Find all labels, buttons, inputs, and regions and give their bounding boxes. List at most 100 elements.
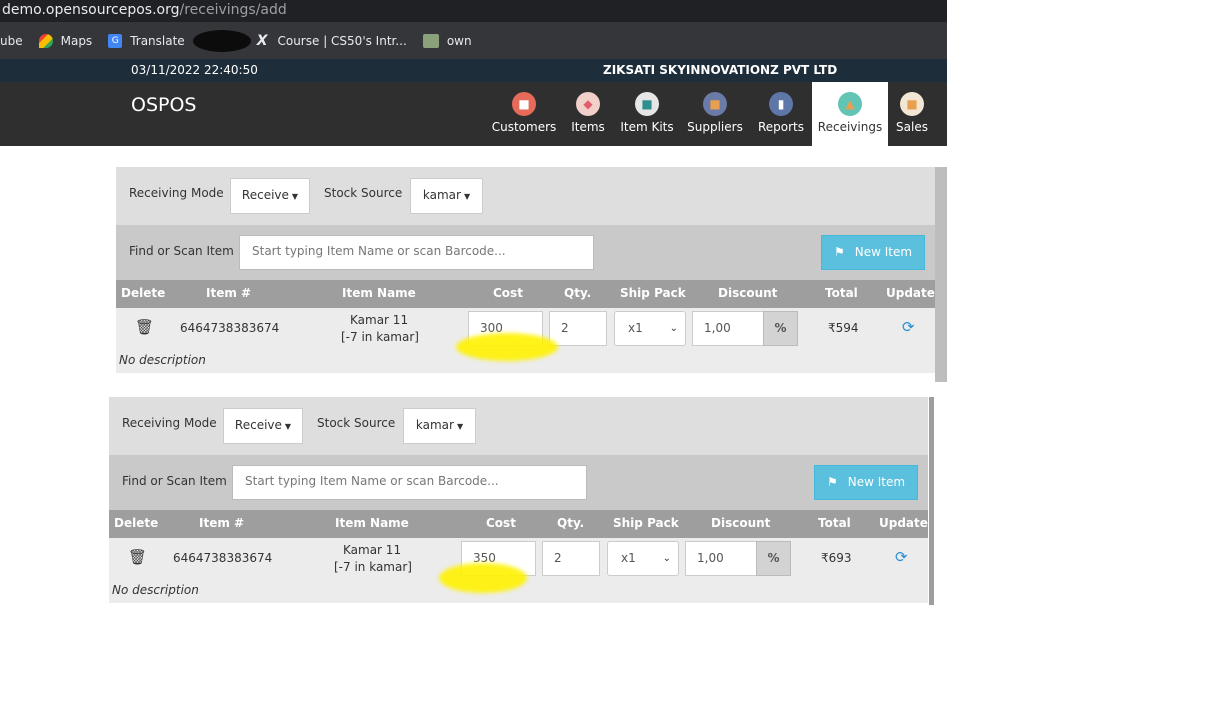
suppliers-icon: ■ bbox=[703, 92, 727, 116]
item-description: No description bbox=[112, 583, 199, 597]
col-ship-pack: Ship Pack bbox=[620, 286, 686, 300]
qty-input[interactable]: 2 bbox=[542, 541, 600, 576]
col-item-number: Item # bbox=[199, 516, 245, 530]
col-discount: Discount bbox=[711, 516, 771, 530]
discount-type-toggle[interactable]: % bbox=[756, 541, 791, 576]
info-bar: 03/11/2022 22:40:50 ZIKSATI SKYINNOVATIO… bbox=[0, 59, 947, 82]
discount-type-toggle[interactable]: % bbox=[763, 311, 798, 346]
address-bar[interactable]: demo.opensourcepos.org/receivings/add bbox=[0, 0, 947, 22]
ship-pack-select[interactable]: x1 ⌄ bbox=[607, 541, 679, 576]
stock-source-label: Stock Source bbox=[317, 416, 396, 430]
translate-icon: G bbox=[108, 33, 123, 48]
stock-source-dropdown[interactable]: kamar ▼ bbox=[403, 408, 476, 444]
tag-icon: ⚑ bbox=[833, 245, 845, 259]
table-header: Delete Item # Item Name Cost Qty. Ship P… bbox=[109, 510, 928, 538]
discount-input[interactable]: 1,00 bbox=[685, 541, 757, 576]
new-item-button[interactable]: ⚑ New Item bbox=[814, 465, 918, 500]
chevron-down-icon: ⌄ bbox=[662, 553, 671, 564]
trash-icon[interactable]: 🗑 bbox=[128, 548, 147, 566]
item-description: No description bbox=[119, 353, 206, 367]
find-item-label: Find or Scan Item bbox=[122, 474, 227, 488]
refresh-icon[interactable]: ⟳ bbox=[895, 548, 908, 566]
url-path: /receivings/add bbox=[179, 2, 287, 18]
item-stock: [-7 in kamar] bbox=[341, 330, 419, 344]
caret-down-icon: ▼ bbox=[291, 192, 299, 201]
new-item-button[interactable]: ⚑ New Item bbox=[821, 235, 925, 270]
nav-suppliers[interactable]: ■ Suppliers bbox=[686, 82, 744, 146]
col-update: Update bbox=[879, 516, 928, 530]
table-header: Delete Item # Item Name Cost Qty. Ship P… bbox=[116, 280, 935, 308]
col-total: Total bbox=[825, 286, 858, 300]
col-total: Total bbox=[818, 516, 851, 530]
receiving-mode-dropdown[interactable]: Receive ▼ bbox=[223, 408, 303, 444]
maps-pin-icon bbox=[38, 33, 53, 48]
find-item-label: Find or Scan Item bbox=[129, 244, 234, 258]
datetime: 03/11/2022 22:40:50 bbox=[131, 63, 258, 77]
item-number: 6464738383674 bbox=[180, 321, 280, 335]
receiving-panel-2: Receiving Mode Receive ▼ Stock Source kam… bbox=[109, 397, 928, 603]
redaction-mark bbox=[192, 29, 251, 52]
nav-customers[interactable]: ■ Customers bbox=[490, 82, 558, 146]
row-total: ₹693 bbox=[821, 551, 852, 565]
main-navbar: OSPOS ■ Customers ◆ Items ■ Item Kits ■ … bbox=[0, 82, 947, 146]
nav-sales[interactable]: ■ Sales bbox=[892, 82, 932, 146]
nav-items[interactable]: ◆ Items bbox=[566, 82, 610, 146]
bookmark-cs50[interactable]: X Course | CS50's Intr... bbox=[257, 33, 407, 49]
item-search-input[interactable]: Start typing Item Name or scan Barcode..… bbox=[232, 465, 587, 500]
bookmark-maps[interactable]: Maps bbox=[38, 33, 92, 48]
bookmark-own[interactable]: own bbox=[422, 33, 472, 48]
col-delete: Delete bbox=[121, 286, 166, 300]
caret-down-icon: ▼ bbox=[456, 422, 464, 431]
col-item-name: Item Name bbox=[335, 516, 409, 530]
highlighter-scribble bbox=[439, 563, 527, 593]
receiving-mode-label: Receiving Mode bbox=[122, 416, 217, 430]
qty-input[interactable]: 2 bbox=[549, 311, 607, 346]
chevron-down-icon: ⌄ bbox=[669, 323, 678, 334]
col-ship-pack: Ship Pack bbox=[613, 516, 679, 530]
receiving-mode-dropdown[interactable]: Receive ▼ bbox=[230, 178, 310, 214]
url-host: demo.opensourcepos.org bbox=[2, 2, 180, 18]
stock-source-label: Stock Source bbox=[324, 186, 403, 200]
col-cost: Cost bbox=[486, 516, 516, 530]
receiving-mode-bar: Receiving Mode Receive ▼ Stock Source kam… bbox=[109, 397, 928, 455]
find-item-bar: Find or Scan Item Start typing Item Name… bbox=[116, 225, 935, 280]
nav-reports[interactable]: ▮ Reports bbox=[756, 82, 806, 146]
receivings-icon: ▲ bbox=[838, 92, 862, 116]
bookmark-youtube[interactable]: ube bbox=[0, 34, 23, 48]
item-search-input[interactable]: Start typing Item Name or scan Barcode..… bbox=[239, 235, 594, 270]
col-delete: Delete bbox=[114, 516, 159, 530]
item-number: 6464738383674 bbox=[173, 551, 273, 565]
receiving-mode-bar: Receiving Mode Receive ▼ Stock Source kam… bbox=[116, 167, 935, 225]
caret-down-icon: ▼ bbox=[284, 422, 292, 431]
items-icon: ◆ bbox=[576, 92, 600, 116]
x-icon: X bbox=[256, 32, 268, 49]
stock-source-dropdown[interactable]: kamar ▼ bbox=[410, 178, 483, 214]
item-kits-icon: ■ bbox=[635, 92, 659, 116]
scrollbar[interactable] bbox=[929, 397, 934, 605]
col-qty: Qty. bbox=[564, 286, 592, 300]
item-name: Kamar 11 bbox=[350, 313, 409, 327]
nav-item-kits[interactable]: ■ Item Kits bbox=[618, 82, 676, 146]
brand-logo[interactable]: OSPOS bbox=[131, 94, 197, 116]
reports-icon: ▮ bbox=[769, 92, 793, 116]
item-name: Kamar 11 bbox=[343, 543, 402, 557]
nav-receivings[interactable]: ▲ Receivings bbox=[812, 82, 888, 146]
bookmarks-bar: ube Maps G Translate X Course | CS50's I… bbox=[0, 22, 947, 59]
ship-pack-select[interactable]: x1 ⌄ bbox=[614, 311, 686, 346]
trash-icon[interactable]: 🗑 bbox=[135, 318, 154, 336]
scrollbar[interactable] bbox=[935, 167, 947, 382]
customers-icon: ■ bbox=[512, 92, 536, 116]
col-update: Update bbox=[886, 286, 935, 300]
col-discount: Discount bbox=[718, 286, 778, 300]
col-item-number: Item # bbox=[206, 286, 252, 300]
caret-down-icon: ▼ bbox=[463, 192, 471, 201]
bookmark-translate[interactable]: G Translate bbox=[108, 33, 185, 48]
receiving-mode-label: Receiving Mode bbox=[129, 186, 224, 200]
sales-icon: ■ bbox=[900, 92, 924, 116]
highlighter-scribble bbox=[456, 333, 558, 361]
company-name: ZIKSATI SKYINNOVATIONZ PVT LTD bbox=[603, 63, 838, 77]
refresh-icon[interactable]: ⟳ bbox=[902, 318, 915, 336]
col-cost: Cost bbox=[493, 286, 523, 300]
discount-input[interactable]: 1,00 bbox=[692, 311, 764, 346]
tag-icon: ⚑ bbox=[826, 475, 838, 489]
